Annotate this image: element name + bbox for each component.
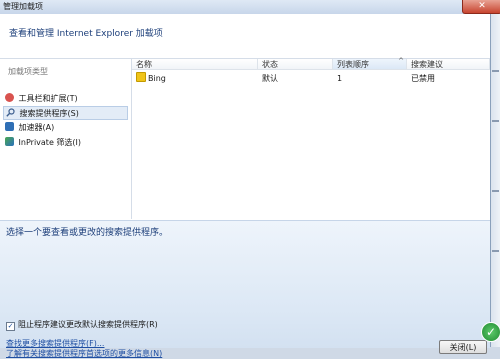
background-edge	[491, 14, 500, 347]
accelerator-icon	[5, 122, 14, 131]
cell-suggestions: 已禁用	[411, 74, 435, 83]
title-bar: 管理加载项 ✕	[0, 0, 500, 15]
sidebar-item-label: 搜索提供程序(S)	[19, 109, 79, 118]
details-pane: 选择一个要查看或更改的搜索提供程序。 ✓ 阻止程序建议更改默认搜索提供程序(R) …	[0, 220, 490, 358]
search-provider-list: 名称 状态 列表顺序 ^ 搜索建议 Bing 默认 1 已禁用	[132, 57, 490, 219]
sidebar-item-accelerators[interactable]: 加速器(A)	[3, 121, 128, 135]
cell-status: 默认	[262, 74, 278, 83]
header-band: 查看和管理 Internet Explorer 加载项	[0, 14, 490, 59]
search-icon	[6, 108, 15, 117]
block-change-checkbox-row[interactable]: ✓ 阻止程序建议更改默认搜索提供程序(R)	[6, 320, 158, 331]
background-mark	[492, 190, 499, 192]
background-mark	[492, 250, 499, 252]
sidebar-item-inprivate[interactable]: InPrivate 筛选(I)	[3, 136, 128, 150]
block-change-checkbox[interactable]: ✓	[6, 322, 15, 331]
provider-name: Bing	[148, 74, 166, 83]
sidebar-item-label: 加速器(A)	[18, 123, 55, 132]
column-header-name[interactable]: 名称	[132, 59, 258, 70]
column-header-label: 列表顺序	[337, 60, 369, 69]
close-button[interactable]: 关闭(L)	[439, 340, 487, 354]
sort-ascending-icon: ^	[398, 57, 404, 65]
column-header-order[interactable]: 列表顺序 ^	[333, 57, 407, 70]
cell-order: 1	[337, 74, 343, 83]
manage-addons-window: 查看和管理 Internet Explorer 加载项 加载项类型 工具栏和扩展…	[0, 14, 491, 358]
learn-more-link[interactable]: 了解有关搜索提供程序首选项的更多信息(N)	[6, 348, 162, 359]
sidebar-item-toolbars[interactable]: 工具栏和扩展(T)	[3, 92, 128, 106]
sidebar-item-search-providers[interactable]: 搜索提供程序(S)	[3, 106, 128, 120]
green-check-icon: ✓	[481, 322, 500, 342]
column-header-suggestions[interactable]: 搜索建议	[407, 59, 490, 70]
checkbox-label: 阻止程序建议更改默认搜索提供程序(R)	[18, 320, 158, 329]
background-mark	[492, 120, 499, 122]
details-prompt: 选择一个要查看或更改的搜索提供程序。	[6, 228, 169, 238]
background-mark	[492, 70, 499, 72]
addon-types-title: 加载项类型	[8, 67, 48, 76]
header-text: 查看和管理 Internet Explorer 加载项	[9, 29, 163, 39]
bing-icon	[136, 72, 146, 82]
addon-types-pane: 加载项类型 工具栏和扩展(T) 搜索提供程序(S) 加速器(A) InPriva…	[0, 59, 132, 219]
table-row[interactable]: Bing 默认 1 已禁用	[132, 72, 490, 85]
window-close-button[interactable]: ✕	[462, 0, 500, 14]
toolbar-gear-icon	[5, 93, 14, 102]
cell-name: Bing	[132, 72, 258, 85]
sidebar-item-label: InPrivate 筛选(I)	[18, 138, 82, 147]
window-title: 管理加载项	[3, 2, 43, 11]
column-header-status[interactable]: 状态	[258, 59, 333, 70]
sidebar-item-label: 工具栏和扩展(T)	[18, 94, 78, 103]
inprivate-icon	[5, 137, 14, 146]
